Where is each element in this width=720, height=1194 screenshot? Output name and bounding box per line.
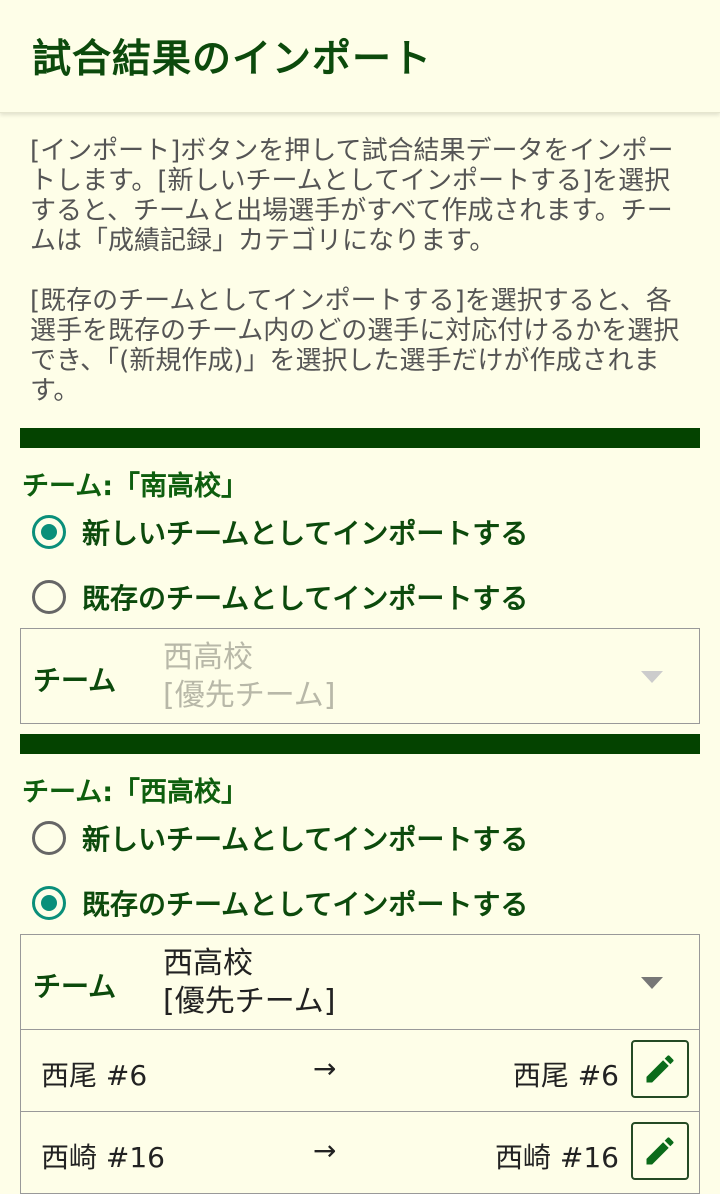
select-label: チーム <box>33 970 117 1003</box>
mapping-arrow: → <box>313 1052 337 1085</box>
player-target: 西尾 #6 <box>512 1059 619 1092</box>
description-paragraph-1: [インポート]ボタンを押して試合結果データをインポートします。[新しいチームとし… <box>30 136 674 256</box>
radio-unchecked-icon[interactable] <box>32 580 66 614</box>
radio-label: 既存のチームとしてインポートする <box>82 888 529 921</box>
chevron-down-icon[interactable] <box>641 977 663 989</box>
player-target: 西崎 #16 <box>495 1141 619 1174</box>
pencil-icon <box>646 1055 674 1083</box>
select-value-line-1: 西高校 <box>163 640 253 675</box>
player-source: 西崎 #16 <box>41 1141 165 1174</box>
edit-player-button[interactable] <box>631 1040 689 1098</box>
select-value: 西高校 [優先チーム] <box>163 639 336 715</box>
radio-checked-icon[interactable] <box>32 886 66 920</box>
team-select-disabled: チーム 西高校 [優先チーム] <box>20 628 700 724</box>
select-value-line-1: 西高校 <box>163 946 253 981</box>
team-select[interactable]: チーム 西高校 [優先チーム] <box>20 934 700 1030</box>
player-source: 西尾 #6 <box>41 1059 148 1092</box>
player-mapping-row: 西尾 #6 → 西尾 #6 <box>20 1030 700 1112</box>
chevron-down-icon <box>641 671 663 683</box>
team-section-divider <box>20 734 700 754</box>
radio-option-existing-team[interactable]: 既存のチームとしてインポートする <box>32 881 528 925</box>
radio-unchecked-icon[interactable] <box>32 821 66 855</box>
radio-option-new-team[interactable]: 新しいチームとしてインポートする <box>32 510 528 554</box>
page-title: 試合結果のインポート <box>32 37 433 82</box>
team-section-divider <box>20 428 700 448</box>
select-value-line-2: [優先チーム] <box>163 984 336 1019</box>
import-description: [インポート]ボタンを押して試合結果データをインポートします。[新しいチームとし… <box>30 136 690 406</box>
radio-option-new-team[interactable]: 新しいチームとしてインポートする <box>32 816 528 860</box>
player-mapping-row: 西崎 #16 → 西崎 #16 <box>20 1112 700 1194</box>
radio-option-existing-team[interactable]: 既存のチームとしてインポートする <box>32 575 528 619</box>
radio-label: 新しいチームとしてインポートする <box>82 823 529 856</box>
radio-label: 新しいチームとしてインポートする <box>82 517 529 550</box>
select-label: チーム <box>33 664 117 697</box>
mapping-arrow: → <box>313 1134 337 1167</box>
description-paragraph-2: [既存のチームとしてインポートする]を選択すると、各選手を既存のチーム内のどの選… <box>30 286 680 406</box>
pencil-icon <box>646 1137 674 1165</box>
team-heading: チーム:「南高校」 <box>22 471 248 502</box>
select-value-line-2: [優先チーム] <box>163 678 336 713</box>
app-header: 試合結果のインポート <box>0 0 720 113</box>
radio-checked-icon[interactable] <box>32 515 66 549</box>
radio-label: 既存のチームとしてインポートする <box>82 582 529 615</box>
select-value: 西高校 [優先チーム] <box>163 945 336 1021</box>
edit-player-button[interactable] <box>631 1122 689 1180</box>
team-heading: チーム:「西高校」 <box>22 777 248 808</box>
